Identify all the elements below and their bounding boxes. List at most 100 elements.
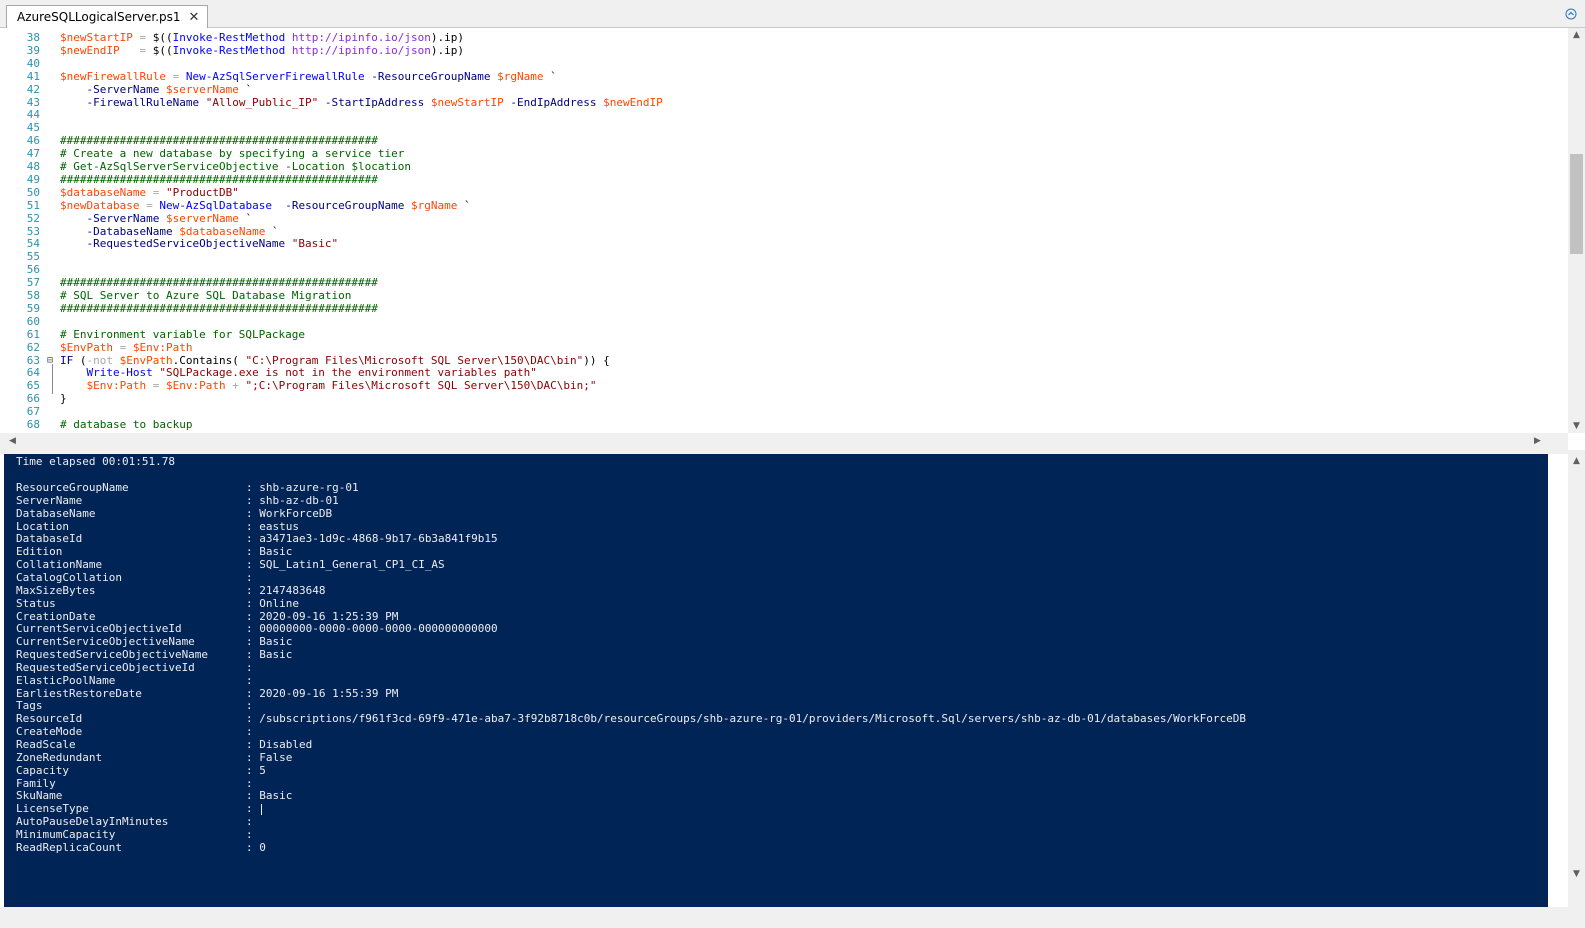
property-name: ReadScale	[16, 738, 76, 751]
close-icon[interactable]: ✕	[189, 10, 200, 25]
property-name: AutoPauseDelayInMinutes	[16, 815, 169, 829]
property-value: 0	[259, 840, 266, 854]
output-property-row: CreationDate: 2020-09-16 1:25:39 PM	[16, 610, 398, 623]
line-number: 67	[26, 405, 40, 419]
scroll-down-icon[interactable]: ▼	[1568, 421, 1585, 431]
property-value: Basic	[259, 789, 293, 803]
separator: :	[246, 622, 260, 636]
property-name: LicenseType	[16, 802, 89, 816]
code-token: =	[165, 69, 186, 83]
line-number: 39	[26, 43, 40, 57]
code-token: ########################################…	[60, 301, 378, 315]
code-token: $((	[152, 31, 173, 44]
code-token: $newStartIP	[60, 31, 133, 44]
scroll-left-icon[interactable]: ◀	[4, 436, 21, 446]
fold-toggle-icon[interactable]: ⊟	[47, 354, 59, 367]
code-token: -DatabaseName	[60, 224, 180, 238]
code-token: -StartIpAddress	[318, 95, 431, 109]
code-text: $newFirewallRule = New-AzSqlServerFirewa…	[60, 70, 557, 83]
property-name: Capacity	[16, 763, 69, 777]
code-token: "C:\Program Files\Microsoft SQL Server\1…	[245, 353, 584, 367]
code-text: Write-Host "SQLPackage.exe is not in the…	[60, 366, 537, 379]
property-name: MaxSizeBytes	[16, 583, 96, 597]
output-property-row: AutoPauseDelayInMinutes:	[16, 815, 259, 828]
code-token: ########################################…	[60, 276, 378, 290]
elapsed-time: Time elapsed 00:01:51.78	[16, 455, 175, 468]
line-number: 56	[26, 263, 40, 277]
fold-region-line	[52, 363, 53, 394]
code-text: # Create a new database by specifying a …	[60, 147, 404, 160]
code-token: $serverName	[165, 211, 239, 225]
output-property-row: Family:	[16, 777, 259, 790]
property-value: shb-azure-rg-01	[259, 481, 359, 494]
output-property-row: Capacity: 5	[16, 764, 266, 777]
console-horizontal-scrollbar[interactable]	[0, 907, 1585, 928]
separator: :	[246, 660, 260, 674]
property-name: CollationName	[16, 558, 103, 572]
editor-vertical-scrollbar[interactable]: ▲ ▼	[1568, 28, 1585, 433]
property-value: shb-az-db-01	[259, 493, 339, 507]
property-name: Status	[16, 596, 56, 610]
code-token: `	[543, 69, 557, 83]
code-token: ########################################…	[60, 172, 378, 186]
code-token: )) {	[583, 353, 610, 367]
code-token: $EnvPath	[60, 340, 113, 354]
code-token: =	[112, 340, 133, 354]
code-token: $databaseName	[179, 224, 266, 238]
scroll-down-icon[interactable]: ▼	[1568, 869, 1585, 879]
separator: :	[246, 635, 260, 649]
code-text: $newStartIP = $((Invoke-RestMethod http:…	[60, 31, 464, 44]
code-text: # Get-AzSqlServerServiceObjective -Locat…	[60, 160, 411, 173]
code-token: Invoke-RestMethod	[172, 43, 286, 57]
scroll-up-icon[interactable]: ▲	[1568, 456, 1585, 466]
line-number: 51	[26, 198, 40, 212]
tab-bar: AzureSQLLogicalServer.ps1 ✕	[0, 0, 1585, 28]
line-number: 41	[26, 69, 40, 83]
code-text: # database to backup	[60, 418, 192, 431]
line-number: 50	[26, 185, 40, 199]
property-name: CatalogCollation	[16, 570, 122, 584]
line-number: 63	[26, 353, 40, 367]
output-property-row: Edition: Basic	[16, 545, 292, 558]
code-token: `	[238, 211, 253, 225]
property-name: Tags	[16, 699, 43, 713]
line-number: 46	[26, 134, 40, 148]
property-value: 2147483648	[259, 583, 326, 597]
code-token: # SQL Server to Azure SQL Database Migra…	[60, 289, 352, 302]
property-value: 2020-09-16 1:55:39 PM	[259, 686, 399, 700]
line-number: 65	[26, 379, 40, 393]
separator: :	[246, 686, 260, 700]
code-token: .Contains(	[172, 353, 246, 367]
code-token: -ResourceGroupName	[271, 198, 412, 212]
code-text: # SQL Server to Azure SQL Database Migra…	[60, 289, 351, 302]
tab-azuresqllogicalserver[interactable]: AzureSQLLogicalServer.ps1 ✕	[6, 5, 209, 28]
code-token: ).ip)	[430, 31, 465, 44]
code-text: $Env:Path = $Env:Path + ";C:\Program Fil…	[60, 379, 597, 393]
scroll-right-icon[interactable]: ▶	[1529, 436, 1546, 446]
property-value: Online	[259, 596, 299, 610]
property-name: SkuName	[16, 789, 63, 803]
scrollbar-thumb[interactable]	[1570, 154, 1583, 254]
code-token: =	[139, 198, 160, 212]
script-editor[interactable]: 38 $newStartIP = $((Invoke-RestMethod htt…	[0, 28, 1568, 433]
output-property-row: RequestedServiceObjectiveName: Basic	[16, 648, 292, 661]
output-property-row: ElasticPoolName:	[16, 674, 259, 687]
code-token: =	[146, 379, 166, 393]
code-token: "ProductDB"	[165, 185, 239, 199]
property-name: EarliestRestoreDate	[16, 686, 142, 700]
console-pane[interactable]: Time elapsed 00:01:51.78 ResourceGroupNa…	[4, 454, 1548, 907]
code-token: # Environment variable for SQLPackage	[60, 327, 306, 341]
output-property-row: LicenseType:	[16, 802, 263, 816]
editor-horizontal-scrollbar[interactable]: ◀ ▶	[0, 433, 1568, 450]
code-token: $Env:Path	[86, 379, 147, 393]
scroll-up-icon[interactable]: ▲	[1568, 30, 1585, 40]
code-text: # Environment variable for SQLPackage	[60, 328, 305, 341]
code-token: # Get-AzSqlServerServiceObjective -Locat…	[60, 160, 411, 173]
code-token: -EndIpAddress	[503, 95, 604, 109]
output-property-row: ZoneRedundant: False	[16, 751, 292, 764]
collapse-icon[interactable]	[1565, 8, 1577, 20]
line-number: 49	[26, 172, 40, 186]
console-vertical-scrollbar[interactable]: ▲ ▼	[1568, 454, 1585, 907]
code-token: $EnvPath	[119, 353, 173, 367]
